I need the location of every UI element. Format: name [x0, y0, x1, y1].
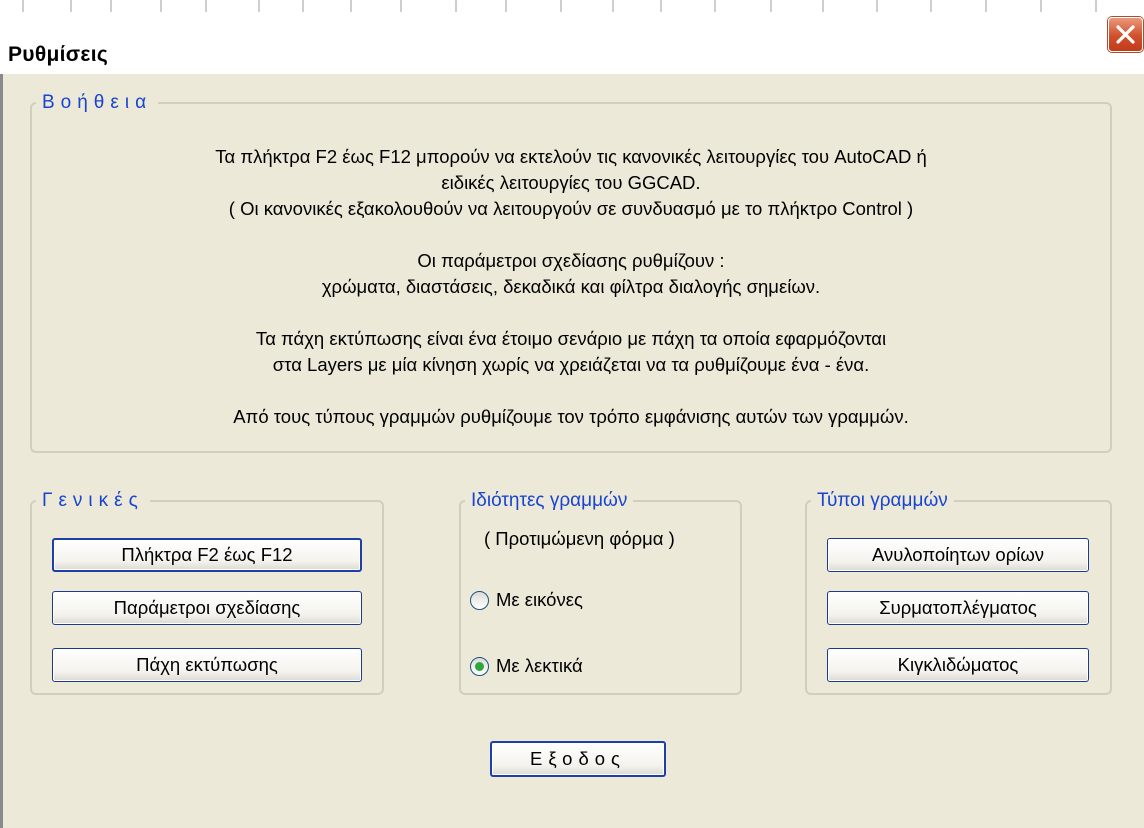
- radio-button-selected[interactable]: [470, 656, 489, 676]
- title-bar[interactable]: Ρυθμίσεις: [0, 12, 1144, 74]
- preferred-form-label: ( Προτιμώμενη φόρμα ): [484, 528, 675, 549]
- f-keys-button[interactable]: Πλήκτρα F2 έως F12: [52, 538, 362, 572]
- help-line: χρώματα, διαστάσεις, δεκαδικά και φίλτρα…: [321, 276, 821, 297]
- line-properties-legend: Ιδιότητες γραμμών: [471, 490, 628, 511]
- drawing-parameters-button[interactable]: Παράμετροι σχεδίασης: [52, 591, 362, 625]
- print-widths-button[interactable]: Πάχη εκτύπωσης: [52, 648, 362, 682]
- help-line: Τα πλήκτρα F2 έως F12 μπορούν να εκτελού…: [215, 146, 927, 167]
- radio-with-text[interactable]: Με λεκτικά: [470, 655, 583, 677]
- radio-label: Με εικόνες: [496, 589, 583, 610]
- help-line: ( Οι κανονικές εξακολουθούν να λειτουργο…: [228, 198, 914, 219]
- background-strip: [0, 0, 1144, 12]
- close-button[interactable]: [1108, 17, 1143, 52]
- close-icon: [1116, 25, 1135, 44]
- help-line: ειδικές λειτουργίες του GGCAD.: [441, 172, 701, 193]
- help-line: στα Layers με μία κίνηση χωρίς να χρειάζ…: [272, 354, 870, 375]
- unrealized-boundaries-button[interactable]: Ανυλοποίητων ορίων: [827, 538, 1089, 572]
- radio-label: Με λεκτικά: [496, 655, 583, 676]
- window-title: Ρυθμίσεις: [8, 43, 109, 66]
- general-legend: Γενικές: [42, 490, 144, 511]
- wire-fence-button[interactable]: Συρματοπλέγματος: [827, 591, 1089, 625]
- line-types-legend: Τύποι γραμμών: [817, 490, 948, 511]
- radio-with-images[interactable]: Με εικόνες: [470, 589, 583, 611]
- exit-button[interactable]: Εξοδος: [490, 741, 666, 777]
- help-line: Τα πάχη εκτύπωσης είναι ένα έτοιμο σενάρ…: [255, 328, 887, 349]
- help-group: Βοήθεια Τα πλήκτρα F2 έως F12 μπορούν να…: [30, 92, 1112, 453]
- help-legend: Βοήθεια: [42, 92, 153, 113]
- help-line: Οι παράμετροι σχεδίασης ρυθμίζουν :: [417, 250, 725, 271]
- railing-button[interactable]: Κιγκλιδώματος: [827, 648, 1089, 682]
- radio-button[interactable]: [470, 590, 489, 610]
- help-line: Από τους τύπους γραμμών ρυθμίζουμε τον τ…: [233, 406, 909, 427]
- window-border: [0, 74, 3, 828]
